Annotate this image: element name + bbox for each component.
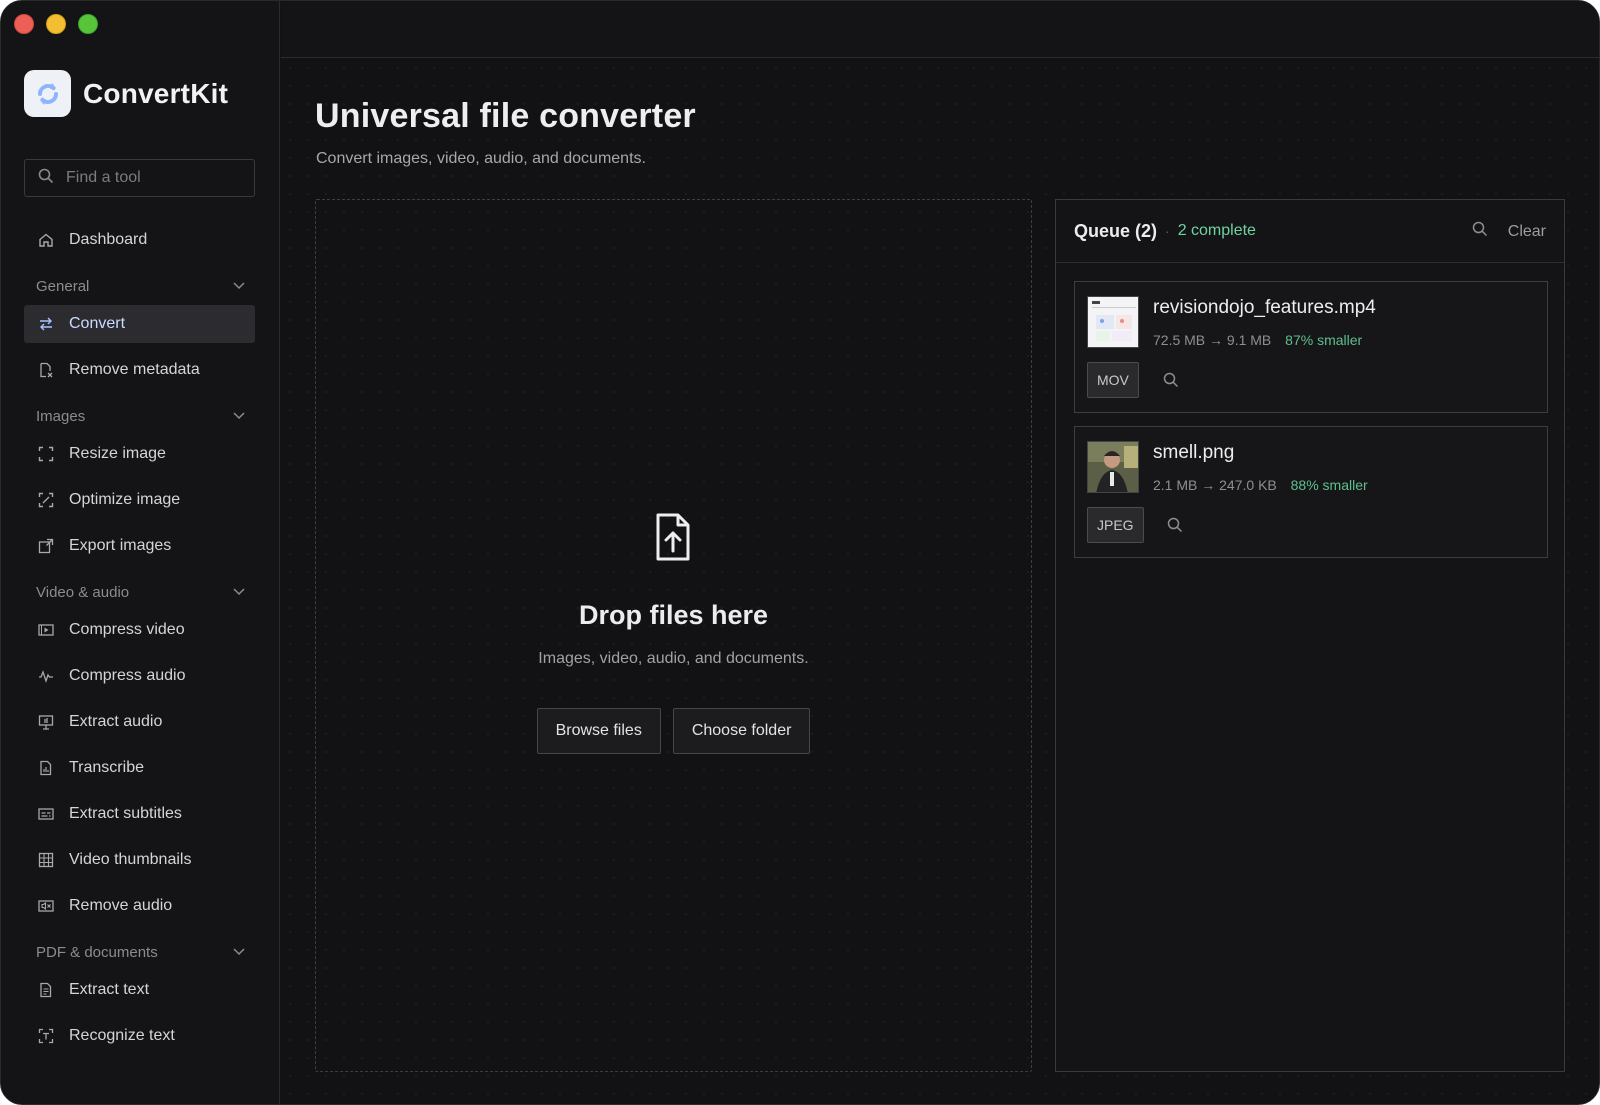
dropzone-subtitle: Images, video, audio, and documents.: [538, 650, 809, 667]
document-text-icon: [37, 981, 55, 999]
chevron-down-icon: [233, 945, 245, 959]
subtitles-icon: [37, 805, 55, 823]
chevron-down-icon: [233, 585, 245, 599]
scan-text-icon: [37, 1027, 55, 1045]
app-logo-icon: [24, 70, 71, 117]
sidebar-item-convert[interactable]: Convert: [24, 305, 255, 343]
arrow-right-icon: →: [1201, 477, 1216, 493]
browse-files-button[interactable]: Browse files: [536, 708, 661, 754]
dropzone-title: Drop files here: [578, 600, 769, 630]
format-select[interactable]: JPEG: [1087, 507, 1144, 543]
sidebar-item-dashboard[interactable]: Dashboard: [24, 221, 255, 259]
sidebar-item-video-thumbnails[interactable]: Video thumbnails: [24, 841, 255, 879]
close-window-button[interactable]: [14, 14, 34, 34]
zoom-window-button[interactable]: [78, 14, 98, 34]
sidebar-item-compress-audio[interactable]: Compress audio: [24, 657, 255, 695]
section-images[interactable]: Images: [24, 397, 255, 435]
queue-item[interactable]: smell.png 2.1 MB → 247.0 KB 88% smaller …: [1074, 426, 1548, 558]
document-remove-icon: [37, 361, 55, 379]
optimize-icon: [37, 491, 55, 509]
arrow-right-icon: →: [1209, 332, 1224, 348]
toolbar: [281, 1, 1599, 58]
file-name: revisiondojo_features.mp4: [1153, 297, 1376, 318]
saving-badge: 88% smaller: [1290, 477, 1368, 493]
sidebar-item-extract-audio[interactable]: Extract audio: [24, 703, 255, 741]
mute-video-icon: [37, 897, 55, 915]
file-size-info: 72.5 MB → 9.1 MB 87% smaller: [1153, 332, 1363, 348]
file-thumbnail: [1087, 441, 1139, 493]
sidebar-item-transcribe[interactable]: Transcribe: [24, 749, 255, 787]
page-subtitle: Convert images, video, audio, and docume…: [316, 150, 646, 167]
sidebar-item-export-images[interactable]: Export images: [24, 527, 255, 565]
tool-search-input[interactable]: [66, 169, 236, 187]
resize-icon: [37, 445, 55, 463]
queue-item[interactable]: revisiondojo_features.mp4 72.5 MB → 9.1 …: [1074, 281, 1548, 413]
search-icon[interactable]: [1163, 372, 1179, 393]
sidebar-item-recognize-text[interactable]: Recognize text: [24, 1017, 255, 1055]
home-icon: [37, 231, 55, 249]
sidebar-item-extract-subtitles[interactable]: Extract subtitles: [24, 795, 255, 833]
dropzone-actions: Browse files Choose folder: [316, 708, 1031, 754]
brand: ConvertKit: [24, 70, 228, 117]
window-controls: [14, 14, 98, 34]
chevron-down-icon: [233, 279, 245, 293]
file-upload-icon: [655, 513, 691, 566]
section-pdf-documents[interactable]: PDF & documents: [24, 933, 255, 971]
section-general[interactable]: General: [24, 267, 255, 305]
file-name: smell.png: [1153, 442, 1235, 463]
app-name: ConvertKit: [83, 77, 229, 109]
swap-arrows-icon: [37, 315, 55, 333]
queue-header: Queue (2) · 2 complete Clear: [1056, 200, 1564, 263]
search-icon[interactable]: [1167, 517, 1183, 538]
document-audio-icon: [37, 759, 55, 777]
sidebar-item-remove-metadata[interactable]: Remove metadata: [24, 351, 255, 389]
waveform-icon: [37, 667, 55, 685]
search-icon: [38, 168, 54, 189]
sidebar-item-compress-video[interactable]: Compress video: [24, 611, 255, 649]
grid-icon: [37, 851, 55, 869]
search-icon[interactable]: [1472, 221, 1488, 242]
app-window: ConvertKit Dashboard General Convert: [0, 0, 1600, 1105]
chevron-down-icon: [233, 409, 245, 423]
monitor-audio-icon: [37, 713, 55, 731]
saving-badge: 87% smaller: [1285, 332, 1363, 348]
queue-status: 2 complete: [1177, 222, 1256, 239]
page-title: Universal file converter: [315, 97, 696, 135]
file-thumbnail: [1087, 296, 1139, 348]
main-content: Universal file converter Convert images,…: [281, 59, 1599, 1104]
tool-search[interactable]: [24, 159, 255, 197]
queue-title: Queue (2): [1074, 220, 1158, 241]
choose-folder-button[interactable]: Choose folder: [672, 708, 811, 754]
clear-queue-button[interactable]: Clear: [1508, 223, 1546, 241]
sidebar-item-optimize-image[interactable]: Optimize image: [24, 481, 255, 519]
sidebar-nav: Dashboard General Convert Remove metadat…: [24, 221, 255, 1063]
format-select[interactable]: MOV: [1087, 362, 1139, 398]
separator-dot: ·: [1165, 223, 1170, 239]
section-video-audio[interactable]: Video & audio: [24, 573, 255, 611]
file-size-info: 2.1 MB → 247.0 KB 88% smaller: [1153, 477, 1368, 493]
sidebar-item-resize-image[interactable]: Resize image: [24, 435, 255, 473]
file-dropzone[interactable]: Drop files here Images, video, audio, an…: [315, 199, 1032, 1072]
sidebar-item-extract-text[interactable]: Extract text: [24, 971, 255, 1009]
export-image-icon: [37, 537, 55, 555]
minimize-window-button[interactable]: [46, 14, 66, 34]
sidebar: ConvertKit Dashboard General Convert: [1, 1, 280, 1104]
queue-actions: Clear: [1472, 200, 1546, 263]
sidebar-item-remove-audio[interactable]: Remove audio: [24, 887, 255, 925]
video-icon: [37, 621, 55, 639]
queue-panel: Queue (2) · 2 complete Clear revisiondoj…: [1055, 199, 1565, 1072]
